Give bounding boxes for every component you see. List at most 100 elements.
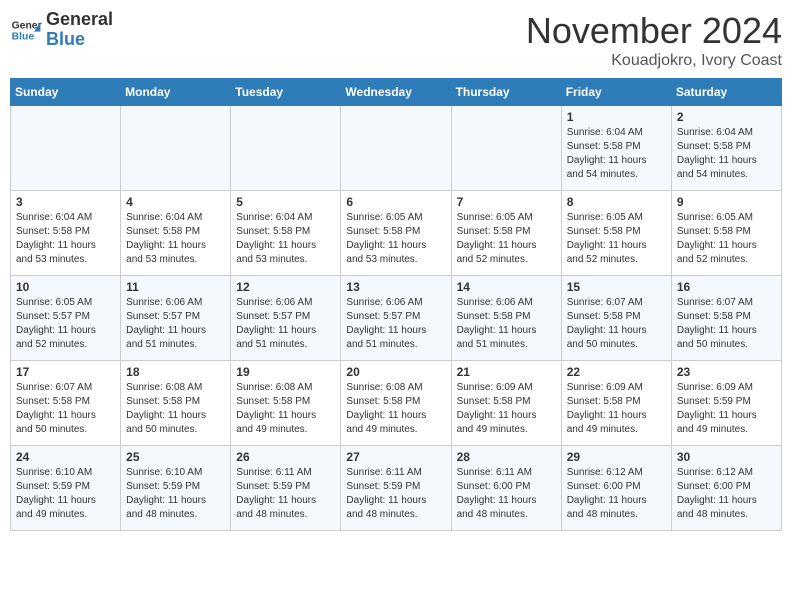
day-number: 9 [677,195,776,209]
cell-content: Sunrise: 6:04 AM Sunset: 5:58 PM Dayligh… [126,211,225,267]
calendar-cell: 17 Sunrise: 6:07 AM Sunset: 5:58 PM Dayli… [11,361,121,446]
cell-content: Sunrise: 6:09 AM Sunset: 5:58 PM Dayligh… [567,381,666,437]
calendar-cell: 18 Sunrise: 6:08 AM Sunset: 5:58 PM Dayli… [121,361,231,446]
cell-content: Sunrise: 6:04 AM Sunset: 5:58 PM Dayligh… [236,211,335,267]
logo-icon: General Blue [10,14,42,46]
calendar-cell: 23Sunrise: 6:09 AM Sunset: 5:59 PM Dayli… [671,361,781,446]
day-number: 6 [346,195,445,209]
cell-content: Sunrise: 6:11 AM Sunset: 5:59 PM Dayligh… [346,466,445,522]
day-number: 21 [457,365,556,379]
calendar-cell: 9Sunrise: 6:05 AM Sunset: 5:58 PM Daylig… [671,191,781,276]
cell-content: Sunrise: 6:05 AM Sunset: 5:58 PM Dayligh… [567,211,666,267]
calendar-cell: 25 Sunrise: 6:10 AM Sunset: 5:59 PM Dayli… [121,446,231,531]
day-number: 16 [677,280,776,294]
title-block: November 2024 Kouadjokro, Ivory Coast [526,10,782,70]
page-header: General Blue GeneralBlue November 2024 K… [10,10,782,70]
day-number: 2 [677,110,776,124]
calendar-cell: 21 Sunrise: 6:09 AM Sunset: 5:58 PM Dayli… [451,361,561,446]
day-number: 13 [346,280,445,294]
cell-content: Sunrise: 6:08 AM Sunset: 5:58 PM Dayligh… [126,381,225,437]
day-number: 18 [126,365,225,379]
cell-content: Sunrise: 6:05 AM Sunset: 5:58 PM Dayligh… [457,211,556,267]
logo: General Blue GeneralBlue [10,10,113,50]
weekday-header: Tuesday [231,79,341,106]
cell-content: Sunrise: 6:06 AM Sunset: 5:57 PM Dayligh… [126,296,225,352]
calendar-cell [451,106,561,191]
calendar-cell [11,106,121,191]
weekday-header: Saturday [671,79,781,106]
day-number: 22 [567,365,666,379]
weekday-header: Wednesday [341,79,451,106]
calendar-cell: 28Sunrise: 6:11 AM Sunset: 6:00 PM Dayli… [451,446,561,531]
day-number: 20 [346,365,445,379]
day-number: 7 [457,195,556,209]
cell-content: Sunrise: 6:07 AM Sunset: 5:58 PM Dayligh… [677,296,776,352]
cell-content: Sunrise: 6:09 AM Sunset: 5:58 PM Dayligh… [457,381,556,437]
day-number: 5 [236,195,335,209]
calendar-cell: 20 Sunrise: 6:08 AM Sunset: 5:58 PM Dayli… [341,361,451,446]
cell-content: Sunrise: 6:07 AM Sunset: 5:58 PM Dayligh… [16,381,115,437]
calendar-cell: 3 Sunrise: 6:04 AM Sunset: 5:58 PM Daylig… [11,191,121,276]
month-title: November 2024 [526,10,782,52]
calendar-cell: 10 Sunrise: 6:05 AM Sunset: 5:57 PM Dayli… [11,276,121,361]
cell-content: Sunrise: 6:06 AM Sunset: 5:57 PM Dayligh… [346,296,445,352]
cell-content: Sunrise: 6:06 AM Sunset: 5:58 PM Dayligh… [457,296,556,352]
calendar-cell: 6 Sunrise: 6:05 AM Sunset: 5:58 PM Daylig… [341,191,451,276]
day-number: 1 [567,110,666,124]
cell-content: Sunrise: 6:05 AM Sunset: 5:58 PM Dayligh… [346,211,445,267]
calendar-week-row: 17 Sunrise: 6:07 AM Sunset: 5:58 PM Dayli… [11,361,782,446]
calendar-cell: 27 Sunrise: 6:11 AM Sunset: 5:59 PM Dayli… [341,446,451,531]
calendar-week-row: 3 Sunrise: 6:04 AM Sunset: 5:58 PM Daylig… [11,191,782,276]
weekday-header: Sunday [11,79,121,106]
location: Kouadjokro, Ivory Coast [526,52,782,70]
calendar-cell: 2Sunrise: 6:04 AM Sunset: 5:58 PM Daylig… [671,106,781,191]
cell-content: Sunrise: 6:11 AM Sunset: 5:59 PM Dayligh… [236,466,335,522]
day-number: 29 [567,450,666,464]
day-number: 8 [567,195,666,209]
day-number: 27 [346,450,445,464]
calendar-cell: 29 Sunrise: 6:12 AM Sunset: 6:00 PM Dayli… [561,446,671,531]
day-number: 14 [457,280,556,294]
calendar-week-row: 10 Sunrise: 6:05 AM Sunset: 5:57 PM Dayli… [11,276,782,361]
calendar-cell: 24 Sunrise: 6:10 AM Sunset: 5:59 PM Dayli… [11,446,121,531]
calendar-cell: 16 Sunrise: 6:07 AM Sunset: 5:58 PM Dayli… [671,276,781,361]
calendar-cell: 15 Sunrise: 6:07 AM Sunset: 5:58 PM Dayli… [561,276,671,361]
day-number: 11 [126,280,225,294]
cell-content: Sunrise: 6:12 AM Sunset: 6:00 PM Dayligh… [677,466,776,522]
cell-content: Sunrise: 6:04 AM Sunset: 5:58 PM Dayligh… [16,211,115,267]
calendar-cell: 13 Sunrise: 6:06 AM Sunset: 5:57 PM Dayli… [341,276,451,361]
calendar-cell [341,106,451,191]
day-number: 15 [567,280,666,294]
calendar-cell: 14 Sunrise: 6:06 AM Sunset: 5:58 PM Dayli… [451,276,561,361]
day-number: 26 [236,450,335,464]
day-number: 19 [236,365,335,379]
calendar-cell: 19Sunrise: 6:08 AM Sunset: 5:58 PM Dayli… [231,361,341,446]
cell-content: Sunrise: 6:07 AM Sunset: 5:58 PM Dayligh… [567,296,666,352]
calendar-week-row: 24 Sunrise: 6:10 AM Sunset: 5:59 PM Dayli… [11,446,782,531]
day-number: 10 [16,280,115,294]
calendar-cell: 5 Sunrise: 6:04 AM Sunset: 5:58 PM Daylig… [231,191,341,276]
day-number: 17 [16,365,115,379]
calendar-cell: 7 Sunrise: 6:05 AM Sunset: 5:58 PM Daylig… [451,191,561,276]
weekday-header: Friday [561,79,671,106]
cell-content: Sunrise: 6:12 AM Sunset: 6:00 PM Dayligh… [567,466,666,522]
cell-content: Sunrise: 6:10 AM Sunset: 5:59 PM Dayligh… [126,466,225,522]
day-number: 12 [236,280,335,294]
day-number: 23 [677,365,776,379]
calendar-cell: 12Sunrise: 6:06 AM Sunset: 5:57 PM Dayli… [231,276,341,361]
weekday-header: Thursday [451,79,561,106]
calendar-cell: 26 Sunrise: 6:11 AM Sunset: 5:59 PM Dayli… [231,446,341,531]
calendar-cell [231,106,341,191]
day-number: 3 [16,195,115,209]
cell-content: Sunrise: 6:10 AM Sunset: 5:59 PM Dayligh… [16,466,115,522]
cell-content: Sunrise: 6:08 AM Sunset: 5:58 PM Dayligh… [346,381,445,437]
logo-text: GeneralBlue [46,10,113,50]
day-number: 25 [126,450,225,464]
calendar-cell: 11 Sunrise: 6:06 AM Sunset: 5:57 PM Dayli… [121,276,231,361]
day-number: 24 [16,450,115,464]
svg-text:Blue: Blue [12,31,35,42]
cell-content: Sunrise: 6:05 AM Sunset: 5:57 PM Dayligh… [16,296,115,352]
calendar-table: SundayMondayTuesdayWednesdayThursdayFrid… [10,78,782,531]
calendar-cell: 4Sunrise: 6:04 AM Sunset: 5:58 PM Daylig… [121,191,231,276]
calendar-week-row: 1Sunrise: 6:04 AM Sunset: 5:58 PM Daylig… [11,106,782,191]
